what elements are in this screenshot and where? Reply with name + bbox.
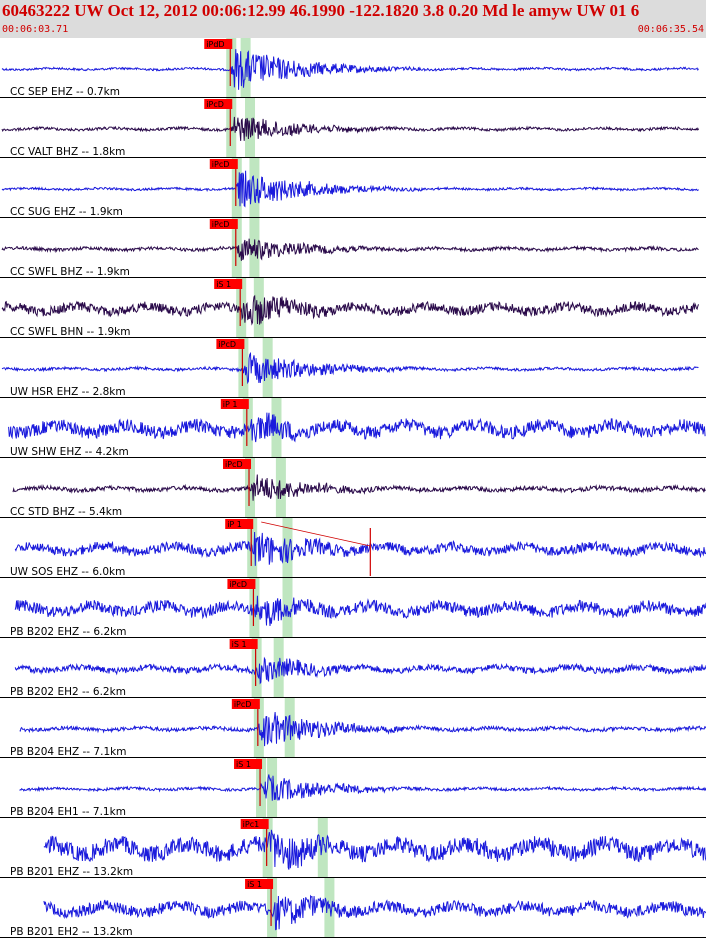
station-label: UW HSR EHZ -- 2.8km: [10, 386, 126, 398]
pick-label: iPcD: [225, 460, 243, 469]
station-label: PB B204 EHZ -- 7.1km: [10, 746, 126, 758]
pick-label: iPc1: [243, 820, 260, 829]
pick-label: iS 1: [232, 640, 247, 649]
pick-label: iPcD: [212, 220, 230, 229]
waveform-trace: [14, 531, 706, 566]
pick-label: iPdD: [206, 40, 224, 49]
waveform-trace: [1, 238, 699, 261]
seismogram-panel: iPdD CC SEP EHZ -- 0.7km iPcD CC VALT BHZ -…: [0, 38, 706, 938]
waveform-trace: [1, 294, 699, 326]
pick-label: iS 1: [216, 280, 231, 289]
waveform-trace: [43, 829, 706, 870]
waveform-trace: [14, 656, 706, 685]
station-label: PB B202 EH2 -- 6.2km: [10, 686, 126, 698]
station-label: CC SWFL BHN -- 1.9km: [10, 326, 131, 338]
station-label: CC SEP EHZ -- 0.7km: [10, 86, 120, 98]
waveform-trace: [1, 49, 699, 90]
station-label: PB B204 EH1 -- 7.1km: [10, 806, 126, 818]
pick-label: iPcD: [229, 580, 247, 589]
pick-label: iS 1: [236, 760, 251, 769]
pick-label: iPcD: [234, 700, 252, 709]
station-label: PB B201 EH2 -- 13.2km: [10, 926, 133, 938]
window-start-time: 00:06:03.71: [2, 24, 69, 35]
station-label: CC SWFL BHZ -- 1.9km: [10, 266, 130, 278]
event-header: 60463222 UW Oct 12, 2012 00:06:12.99 46.…: [0, 0, 706, 38]
waveform-trace: [14, 595, 706, 627]
waveform-trace: [1, 170, 699, 208]
waveform-trace: [19, 774, 706, 801]
station-label: CC STD BHZ -- 5.4km: [10, 506, 122, 518]
pick-label: iS 1: [247, 880, 262, 889]
window-end-time: 00:06:35.54: [637, 24, 704, 35]
waveform-trace: [19, 711, 706, 747]
event-title: 60463222 UW Oct 12, 2012 00:06:12.99 46.…: [2, 1, 640, 20]
pick-label: iPcD: [206, 100, 224, 109]
station-label: CC VALT BHZ -- 1.8km: [10, 146, 125, 158]
pick-label: iPcD: [218, 340, 236, 349]
waveform-trace: [8, 412, 706, 443]
station-label: UW SOS EHZ -- 6.0km: [10, 566, 125, 578]
station-label: PB B201 EHZ -- 13.2km: [10, 866, 133, 878]
station-label: CC SUG EHZ -- 1.9km: [10, 206, 123, 218]
waveform-trace: [1, 116, 699, 141]
station-label: PB B202 EHZ -- 6.2km: [10, 626, 126, 638]
waveform-trace: [43, 894, 706, 931]
waveform-trace: [12, 474, 706, 501]
station-label: UW SHW EHZ -- 4.2km: [10, 446, 129, 458]
waveform-trace: [1, 351, 699, 385]
pick-label: iPcD: [212, 160, 230, 169]
pick-label: iP 1: [227, 520, 242, 529]
pick-label: iP 1: [223, 400, 238, 409]
